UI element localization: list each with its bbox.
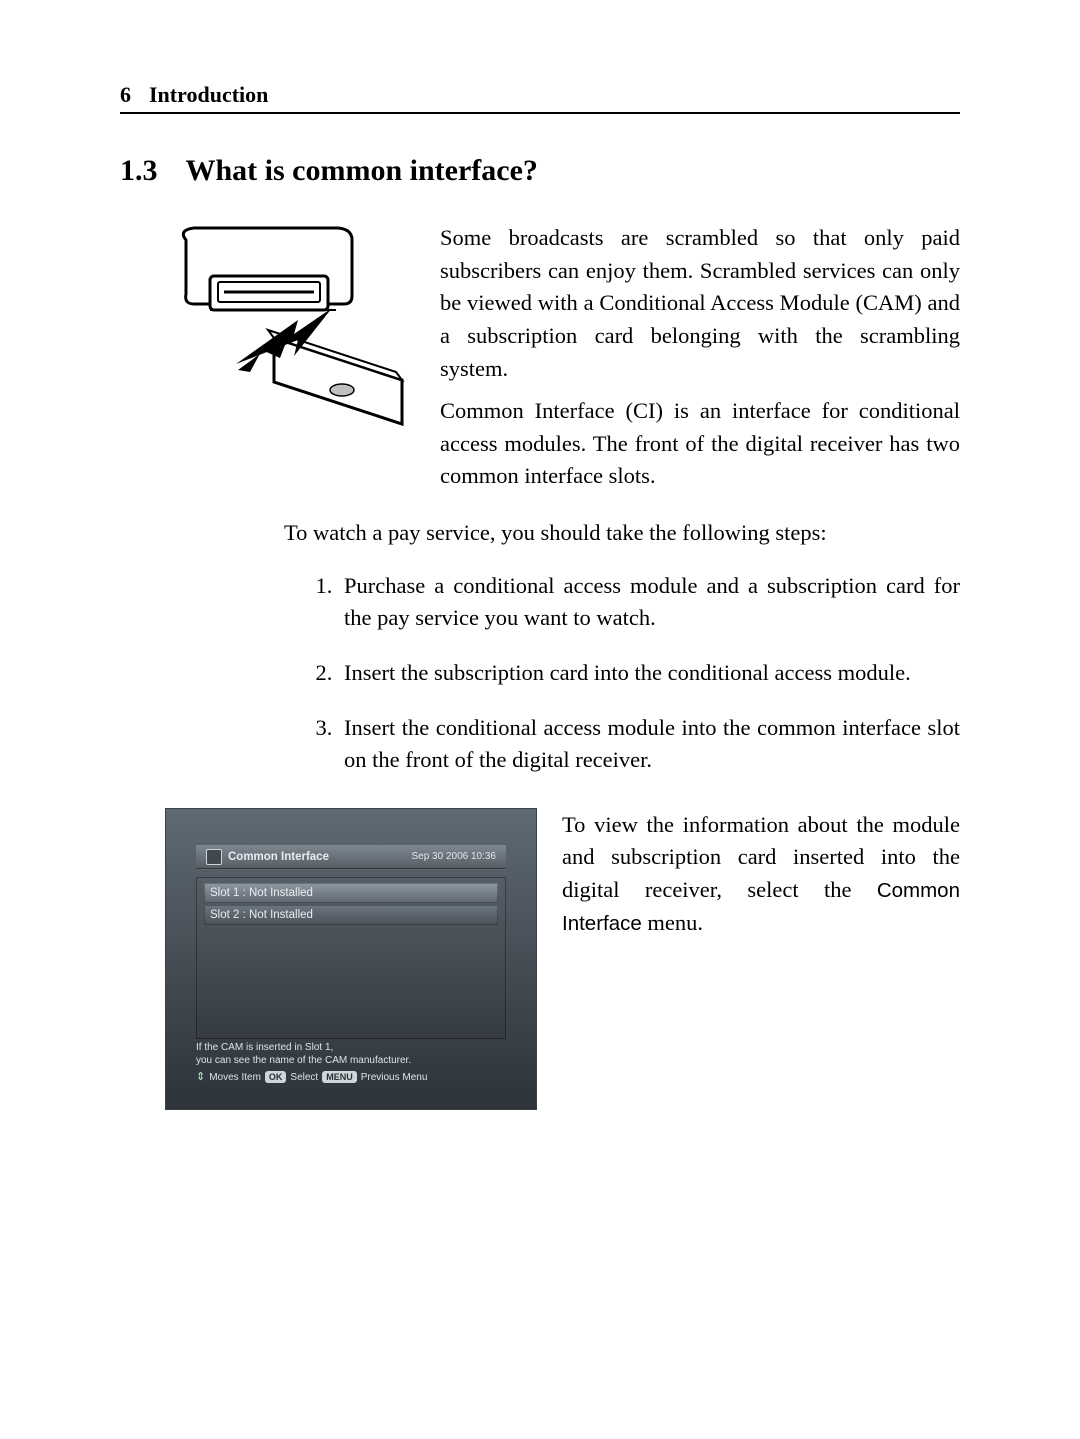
intro-text: Some broadcasts are scrambled so that on… [440, 222, 960, 503]
page-number: 6 [120, 82, 131, 108]
screenshot-block: Common Interface Sep 30 2006 10:36 Slot … [166, 809, 960, 1109]
para3-post: menu. [642, 910, 703, 935]
section-number: 1.3 [120, 154, 158, 188]
common-interface-menu-screenshot: Common Interface Sep 30 2006 10:36 Slot … [166, 809, 536, 1109]
menu-hint-line2: you can see the name of the CAM manufact… [196, 1054, 506, 1068]
lead-sentence: To watch a pay service, you should take … [284, 517, 960, 550]
menu-title-text: Common Interface [228, 851, 329, 863]
chapter-title: Introduction [149, 82, 268, 108]
section-heading: 1.3 What is common interface? [120, 154, 960, 188]
cam-insert-illustration [166, 222, 416, 452]
menu-title-bar: Common Interface Sep 30 2006 10:36 [196, 845, 506, 869]
screenshot-caption: To view the information about the module… [562, 809, 960, 940]
menu-timestamp: Sep 30 2006 10:36 [411, 851, 496, 862]
menu-key-icon: MENU [322, 1071, 357, 1083]
intro-block: Some broadcasts are scrambled so that on… [120, 222, 960, 503]
updown-arrow-icon: ⇕ [196, 1070, 205, 1085]
steps-list: Purchase a conditional access module and… [284, 570, 960, 777]
paragraph-2: Common Interface (CI) is an interface fo… [440, 395, 960, 493]
step-3: Insert the conditional access module int… [338, 712, 960, 777]
slot-1-label: Slot 1 : Not Installed [210, 887, 313, 899]
slot-1-row[interactable]: Slot 1 : Not Installed [204, 883, 498, 903]
help-moves-item: Moves Item [209, 1071, 261, 1085]
cam-insert-icon [166, 222, 416, 452]
menu-title-icon [206, 849, 222, 865]
menu-hint-line1: If the CAM is inserted in Slot 1, [196, 1041, 506, 1055]
step-1: Purchase a conditional access module and… [338, 570, 960, 635]
menu-hint: If the CAM is inserted in Slot 1, you ca… [196, 1041, 506, 1085]
slot-2-row[interactable]: Slot 2 : Not Installed [204, 905, 498, 925]
help-select: Select [290, 1071, 318, 1085]
section-title-text: What is common interface? [186, 154, 538, 188]
paragraph-1: Some broadcasts are scrambled so that on… [440, 222, 960, 385]
slot-list: Slot 1 : Not Installed Slot 2 : Not Inst… [196, 877, 506, 1039]
running-header: 6 Introduction [120, 82, 960, 114]
slot-2-label: Slot 2 : Not Installed [210, 909, 313, 921]
page: 6 Introduction 1.3 What is common interf… [0, 0, 1080, 1439]
ok-key-icon: OK [265, 1071, 287, 1083]
step-2: Insert the subscription card into the co… [338, 657, 960, 690]
help-previous-menu: Previous Menu [361, 1071, 428, 1085]
